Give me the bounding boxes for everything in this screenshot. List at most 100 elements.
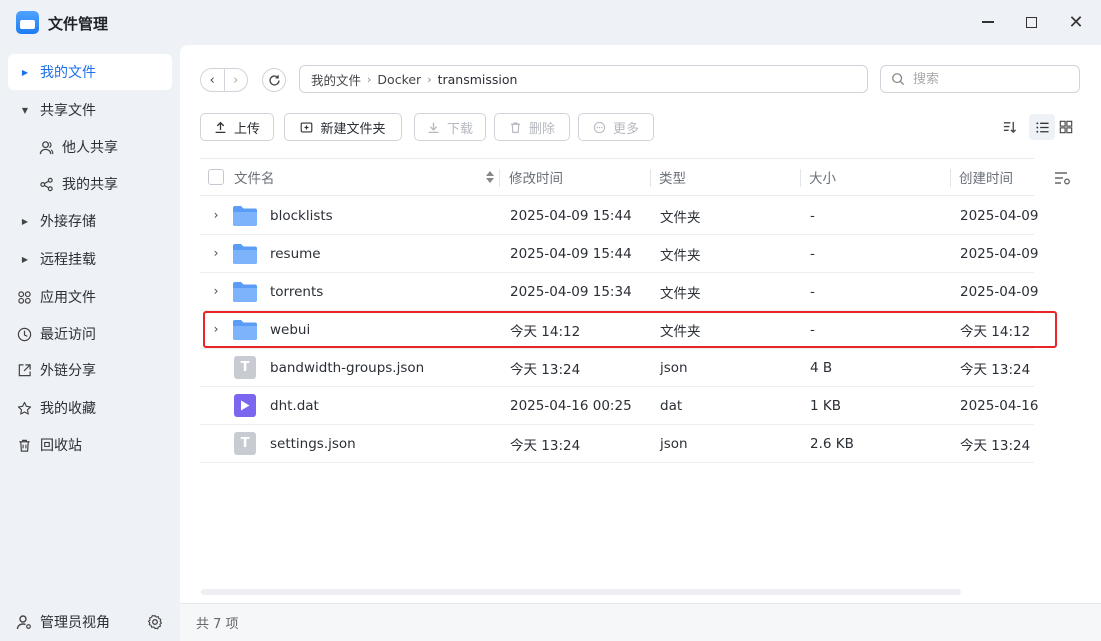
delete-button[interactable]: 删除 bbox=[494, 113, 570, 141]
file-created: 今天 13:24 bbox=[960, 361, 1031, 378]
admin-icon bbox=[16, 614, 32, 630]
column-header-type[interactable]: 类型 bbox=[659, 159, 686, 195]
table-row[interactable]: dht.dat 2025-04-16 00:25 dat 1 KB 2025-0… bbox=[200, 387, 1038, 425]
table-row[interactable]: T settings.json 今天 13:24 json 2.6 KB 今天 … bbox=[200, 425, 1034, 463]
chevron-right-icon[interactable]: › bbox=[210, 322, 222, 336]
sidebar-item-recent[interactable]: 最近访问 bbox=[8, 316, 172, 352]
column-settings-icon bbox=[1055, 172, 1070, 185]
forward-button[interactable]: › bbox=[223, 69, 248, 91]
history-nav: ‹ › bbox=[200, 68, 248, 92]
breadcrumb-item[interactable]: 我的文件 bbox=[311, 70, 361, 89]
file-size: 4 B bbox=[810, 359, 833, 376]
refresh-icon bbox=[268, 74, 280, 86]
select-all-checkbox[interactable] bbox=[208, 169, 224, 185]
refresh-button[interactable] bbox=[262, 68, 286, 92]
chevron-right-icon: › bbox=[427, 72, 432, 86]
search-box bbox=[880, 65, 1080, 93]
download-button[interactable]: 下载 bbox=[414, 113, 486, 141]
sidebar-item-shared-with-me[interactable]: 他人共享 bbox=[30, 129, 172, 165]
upload-button[interactable]: 上传 bbox=[200, 113, 274, 141]
gear-icon[interactable] bbox=[147, 614, 163, 630]
file-type: 文件夹 bbox=[660, 209, 701, 226]
apps-icon bbox=[16, 289, 32, 305]
file-modified: 2025-04-09 15:34 bbox=[510, 283, 632, 300]
file-size: - bbox=[810, 207, 815, 224]
app-icon bbox=[16, 11, 39, 34]
file-created: 2025-04-16 bbox=[960, 397, 1039, 414]
file-type: json bbox=[660, 435, 688, 452]
sidebar-item-app-files[interactable]: 应用文件 bbox=[8, 279, 172, 315]
sidebar-item-label: 我的文件 bbox=[40, 65, 96, 81]
sort-button[interactable] bbox=[996, 114, 1022, 140]
chevron-right-icon[interactable]: › bbox=[210, 246, 222, 260]
maximize-button[interactable] bbox=[1021, 12, 1041, 32]
sidebar-item-label: 回收站 bbox=[40, 438, 82, 454]
chevron-right-icon[interactable]: › bbox=[210, 284, 222, 298]
minimize-button[interactable] bbox=[978, 12, 998, 32]
table-row[interactable]: › torrents 2025-04-09 15:34 文件夹 - 2025-0… bbox=[200, 273, 1038, 311]
file-modified: 2025-04-09 15:44 bbox=[510, 245, 632, 262]
sidebar-item-my-shares[interactable]: 我的共享 bbox=[30, 166, 172, 202]
trash-icon bbox=[16, 437, 32, 453]
file-name[interactable]: blocklists bbox=[270, 197, 333, 234]
sidebar-item-shared-files[interactable]: ▼ 共享文件 bbox=[8, 92, 172, 128]
caret-right-icon: ▶ bbox=[21, 254, 29, 264]
folder-icon bbox=[233, 282, 257, 302]
file-name[interactable]: settings.json bbox=[270, 425, 356, 462]
column-header-created[interactable]: 创建时间 bbox=[959, 159, 1013, 195]
trash-icon bbox=[511, 121, 520, 133]
file-name[interactable]: resume bbox=[270, 235, 321, 272]
file-type: dat bbox=[660, 397, 683, 414]
column-header-modified[interactable]: 修改时间 bbox=[509, 159, 563, 195]
column-header-name[interactable]: 文件名 bbox=[234, 159, 275, 195]
admin-view-toggle[interactable]: 管理员视角 bbox=[16, 612, 110, 632]
sidebar-item-label: 他人共享 bbox=[62, 140, 118, 156]
table-row[interactable]: › blocklists 2025-04-09 15:44 文件夹 - 2025… bbox=[200, 197, 1038, 235]
folder-icon bbox=[233, 244, 257, 264]
sort-icon bbox=[1003, 121, 1016, 133]
file-modified: 今天 14:12 bbox=[510, 323, 581, 340]
file-name[interactable]: webui bbox=[270, 311, 310, 348]
list-view-icon bbox=[1035, 121, 1049, 133]
new-folder-icon bbox=[301, 121, 313, 133]
title-bar: 文件管理 ✕ bbox=[0, 0, 1101, 45]
search-input[interactable] bbox=[913, 71, 1073, 87]
horizontal-scrollbar[interactable] bbox=[201, 589, 961, 595]
folder-icon bbox=[233, 206, 257, 226]
sidebar-item-external-link-share[interactable]: 外链分享 bbox=[8, 352, 172, 388]
table-row[interactable]: › resume 2025-04-09 15:44 文件夹 - 2025-04-… bbox=[200, 235, 1038, 273]
grid-view-button[interactable] bbox=[1053, 114, 1079, 140]
table-row[interactable]: T bandwidth-groups.json 今天 13:24 json 4 … bbox=[200, 349, 1034, 387]
sidebar-item-my-files[interactable]: ▶ 我的文件 bbox=[8, 54, 172, 90]
breadcrumb-item[interactable]: Docker bbox=[377, 72, 421, 87]
item-count: 共 7 项 bbox=[196, 617, 239, 632]
sidebar-item-label: 我的共享 bbox=[62, 177, 118, 193]
column-header-size[interactable]: 大小 bbox=[809, 159, 836, 195]
file-created: 今天 13:24 bbox=[960, 437, 1031, 454]
file-name[interactable]: dht.dat bbox=[270, 387, 319, 424]
column-settings-button[interactable] bbox=[1054, 170, 1072, 190]
close-button[interactable]: ✕ bbox=[1066, 12, 1086, 33]
sidebar-item-favorites[interactable]: 我的收藏 bbox=[8, 390, 172, 426]
person-icon bbox=[38, 139, 54, 155]
external-link-icon bbox=[16, 362, 32, 378]
file-name[interactable]: bandwidth-groups.json bbox=[270, 349, 424, 386]
sort-updown-icon[interactable] bbox=[485, 159, 495, 195]
sidebar-item-label: 我的收藏 bbox=[40, 401, 96, 417]
back-button[interactable]: ‹ bbox=[201, 69, 224, 91]
sidebar-item-external-storage[interactable]: ▶ 外接存储 bbox=[8, 203, 172, 239]
more-button[interactable]: 更多 bbox=[578, 113, 654, 141]
upload-label: 上传 bbox=[233, 121, 260, 137]
clock-icon bbox=[16, 326, 32, 342]
sidebar-item-trash[interactable]: 回收站 bbox=[8, 427, 172, 463]
list-view-button[interactable] bbox=[1029, 114, 1055, 140]
sidebar-item-remote-mount[interactable]: ▶ 远程挂载 bbox=[8, 241, 172, 277]
file-modified: 今天 13:24 bbox=[510, 361, 581, 378]
file-size: 2.6 KB bbox=[810, 435, 854, 452]
new-folder-button[interactable]: 新建文件夹 bbox=[284, 113, 402, 141]
breadcrumb-item[interactable]: transmission bbox=[438, 72, 518, 87]
chevron-right-icon[interactable]: › bbox=[210, 208, 222, 222]
table-row[interactable]: › webui 今天 14:12 文件夹 - 今天 14:12 bbox=[200, 311, 1034, 349]
folder-icon bbox=[233, 320, 257, 340]
file-name[interactable]: torrents bbox=[270, 273, 323, 310]
